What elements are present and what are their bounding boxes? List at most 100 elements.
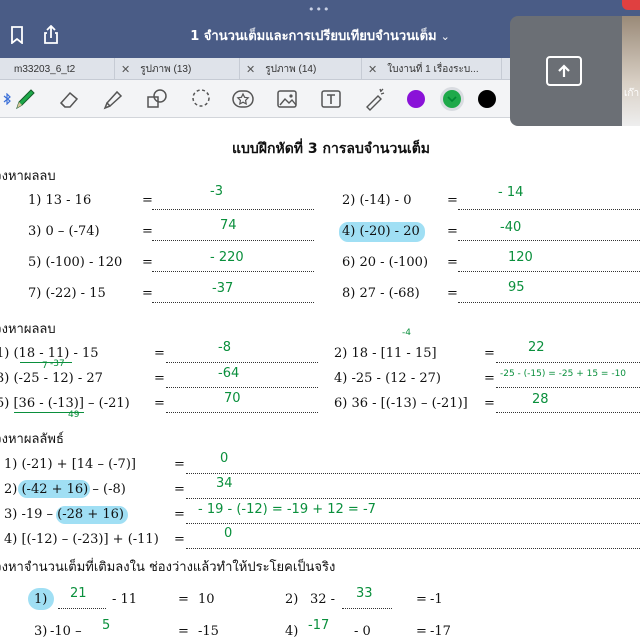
handwritten-answer: - 14 <box>498 185 524 200</box>
section-heading: จงหาผลลัพธ์ <box>0 432 64 447</box>
close-icon[interactable]: ✕ <box>368 63 377 76</box>
sticker-icon[interactable] <box>230 87 256 111</box>
lasso-icon[interactable] <box>188 87 214 111</box>
answer-line <box>152 209 314 210</box>
eraser-icon[interactable] <box>56 87 82 111</box>
working-note: 7 <box>42 361 48 371</box>
equals-sign: = <box>142 193 153 208</box>
share-icon[interactable] <box>40 24 62 46</box>
window-handle-dots[interactable]: ••• <box>308 3 330 16</box>
handwritten-answer: 21 <box>70 586 87 601</box>
equals-sign: = <box>484 346 495 361</box>
working-note: 49 <box>68 410 80 420</box>
tab-m33203[interactable]: m33203_6_t2 <box>0 58 115 80</box>
equals-sign: = <box>154 371 165 386</box>
image-icon[interactable] <box>274 87 300 111</box>
answer-line <box>166 387 318 388</box>
chevron-down-icon: ⌄ <box>440 30 450 43</box>
color-swatch-green[interactable] <box>443 90 461 108</box>
video-overlay-panel[interactable]: เก๊า <box>510 16 640 126</box>
answer-line <box>458 240 640 241</box>
handwritten-answer: -8 <box>218 340 231 355</box>
equals-sign: = <box>447 224 458 239</box>
answer-line <box>152 302 314 303</box>
answer-line <box>496 387 640 388</box>
problem-result: -15 <box>198 624 219 639</box>
close-icon[interactable]: ✕ <box>121 63 130 76</box>
worksheet-page[interactable]: แบบฝึกหัดที่ 3 การลบจำนวนเต็ม จงหาผลลบ 1… <box>0 118 640 640</box>
equals-sign: = <box>447 255 458 270</box>
equals-sign: = <box>174 507 185 522</box>
equals-sign: = <box>447 286 458 301</box>
handwritten-answer: 5 <box>102 618 111 633</box>
handwritten-answer: -17 <box>308 618 330 633</box>
problem-text: 2) (-42 + 16) – (-8) <box>4 482 126 497</box>
answer-line <box>458 271 640 272</box>
close-icon[interactable]: ✕ <box>246 63 255 76</box>
pen-icon[interactable] <box>12 87 38 111</box>
problem-text: -10 – <box>50 624 82 639</box>
section-heading: จงหาผลลบ <box>0 322 56 337</box>
handwritten-answer: -40 <box>500 220 522 235</box>
problem-number: 1) <box>34 592 48 607</box>
equals-sign: = <box>154 346 165 361</box>
equals-sign: = <box>416 624 427 639</box>
problem-text: 1) (-21) + [14 – (-7)] <box>4 457 136 472</box>
tab-image-14[interactable]: ✕ รูปภาพ (14) <box>240 58 362 80</box>
answer-line <box>166 362 318 363</box>
record-indicator <box>622 0 640 10</box>
handwritten-answer: - 19 - (-12) = -19 + 12 = -7 <box>198 502 376 517</box>
handwritten-answer: 0 <box>224 526 233 541</box>
problem-result: -17 <box>430 624 451 639</box>
answer-line <box>152 240 314 241</box>
handwritten-answer: -3 <box>210 184 223 199</box>
handwritten-answer: 120 <box>508 250 533 265</box>
problem-text: 2) (-14) - 0 <box>342 193 412 208</box>
problem-result: 10 <box>198 592 215 607</box>
section-heading: จงหาผลลบ <box>0 169 56 184</box>
problem-number: 3) <box>34 624 48 639</box>
handwritten-answer: -64 <box>218 366 240 381</box>
problem-text: - 11 <box>112 592 138 607</box>
handwritten-answer: 74 <box>220 218 237 233</box>
tab-worksheet[interactable]: ✕ ใบงานที่ 1 เรื่องระบ... <box>362 58 502 80</box>
color-swatch-black[interactable] <box>478 90 496 108</box>
answer-line <box>496 412 640 413</box>
equals-sign: = <box>174 482 185 497</box>
tab-image-13[interactable]: ✕ รูปภาพ (13) <box>115 58 240 80</box>
answer-line <box>166 412 318 413</box>
problem-text: 4) -25 - (12 - 27) <box>334 371 441 386</box>
handwritten-answer: 95 <box>508 280 525 295</box>
color-swatch-purple[interactable] <box>407 90 425 108</box>
text-box-icon[interactable] <box>318 87 344 111</box>
laser-pointer-icon[interactable] <box>362 87 388 111</box>
problem-number: 4) <box>285 624 299 639</box>
equals-sign: = <box>154 396 165 411</box>
equals-sign: = <box>174 457 185 472</box>
problem-text: 6) 36 - [(-13) – (-21)] <box>334 396 468 411</box>
tab-label: รูปภาพ (13) <box>140 63 192 75</box>
shapes-icon[interactable] <box>144 87 170 111</box>
bluetooth-icon <box>2 87 12 111</box>
equals-sign: = <box>447 193 458 208</box>
answer-line <box>186 548 640 549</box>
blank-line <box>58 608 106 609</box>
problem-text: 3) 0 – (-74) <box>28 224 100 239</box>
share-screen-button[interactable] <box>546 56 582 86</box>
problem-text: 4) [(-12) – (-23)] + (-11) <box>4 532 159 547</box>
answer-line <box>496 362 640 363</box>
highlighter-icon[interactable] <box>100 87 126 111</box>
answer-line <box>458 302 640 303</box>
equals-sign: = <box>178 592 189 607</box>
handwritten-answer: 28 <box>532 392 549 407</box>
equals-sign: = <box>142 286 153 301</box>
equals-sign: = <box>174 532 185 547</box>
equals-sign: = <box>178 624 189 639</box>
camera-thumbnail <box>622 16 640 126</box>
chevron-down-icon <box>447 96 457 103</box>
bookmark-icon[interactable] <box>6 24 28 46</box>
handwritten-answer: 33 <box>356 586 373 601</box>
problem-text: 7) (-22) - 15 <box>28 286 106 301</box>
problem-text: 4) (-20) - 20 <box>342 224 420 239</box>
document-title[interactable]: 1 จำนวนเต็มและการเปรียบเทียบจำนวนเต็ม ⌄ <box>150 25 490 46</box>
